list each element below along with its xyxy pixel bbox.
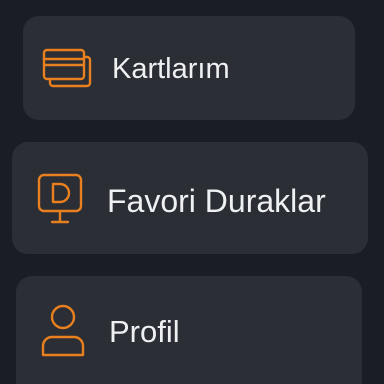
menu-item-label: Favori Duraklar bbox=[107, 183, 326, 219]
menu-screen: Kartlarım Favori Duraklar Profil bbox=[0, 0, 384, 384]
menu-item-label: Profil bbox=[109, 314, 180, 349]
menu-item-label: Kartlarım bbox=[112, 53, 230, 85]
menu-item-favori-duraklar[interactable]: Favori Duraklar bbox=[12, 142, 368, 254]
user-profile-icon bbox=[41, 304, 85, 357]
menu-item-profil[interactable]: Profil bbox=[16, 276, 362, 384]
menu-item-kartlarim[interactable]: Kartlarım bbox=[23, 16, 355, 120]
cards-icon bbox=[42, 48, 92, 88]
favorite-stop-sign-icon bbox=[37, 173, 83, 224]
